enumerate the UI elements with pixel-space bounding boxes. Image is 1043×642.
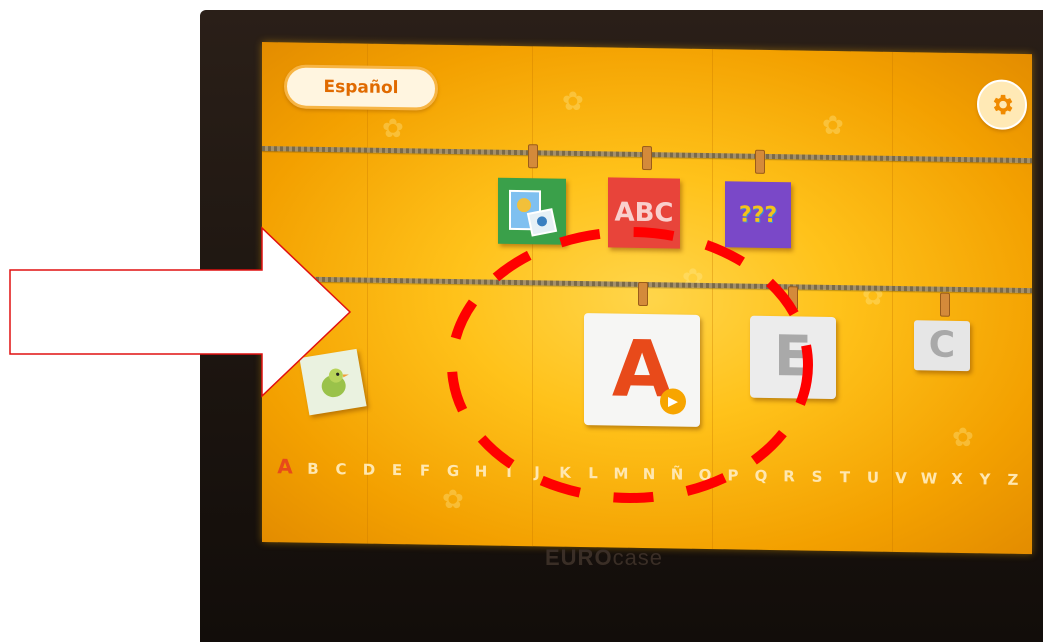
annotation-dashed-circle — [447, 227, 813, 503]
dashed-ellipse — [447, 227, 813, 503]
